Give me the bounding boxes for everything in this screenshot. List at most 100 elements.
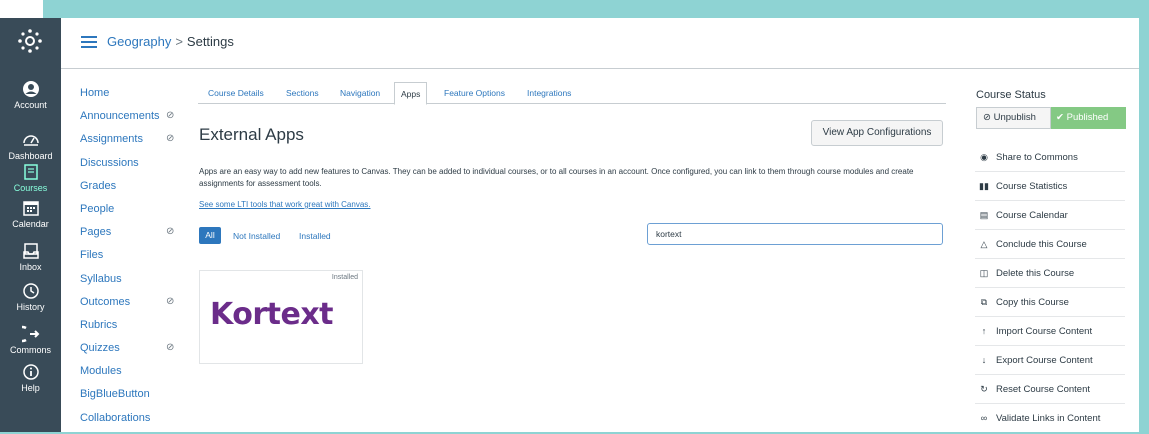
hamburger-menu-icon[interactable]	[81, 36, 97, 48]
export-content-link[interactable]: ↓ Export Course Content	[975, 346, 1125, 375]
course-nav-rubrics[interactable]: Rubrics	[80, 318, 190, 341]
course-nav-label: Rubrics	[80, 318, 118, 331]
course-nav-label: Quizzes	[80, 342, 120, 355]
course-nav-label: Home	[80, 87, 110, 99]
global-nav-history[interactable]: History	[0, 282, 61, 312]
delete-course-link[interactable]: ◫ Delete this Course	[975, 259, 1125, 288]
app-search-input[interactable]: kortext	[647, 223, 943, 245]
reset-icon: ↻	[980, 384, 988, 394]
course-calendar-link[interactable]: ▤ Course Calendar	[975, 201, 1125, 230]
course-nav-label: Grades	[80, 179, 117, 192]
help-icon	[22, 364, 39, 380]
global-nav-help[interactable]: Help	[0, 363, 61, 393]
sidebar-item-label: Validate Links in Content	[996, 413, 1101, 424]
course-nav-assignments[interactable]: Assignments ⊘	[80, 132, 190, 155]
unpublish-label: Unpublish	[993, 112, 1036, 123]
course-nav-label: Modules	[80, 365, 122, 378]
course-nav-outcomes[interactable]: Outcomes ⊘	[80, 295, 190, 318]
unpublish-button[interactable]: ⊘ Unpublish	[976, 107, 1051, 129]
tab-apps[interactable]: Apps	[394, 82, 428, 105]
settings-tabs: Course Details Sections Navigation Apps …	[198, 82, 946, 105]
share-to-commons-link[interactable]: ◉ Share to Commons	[975, 143, 1125, 172]
course-nav-label: People	[80, 202, 115, 215]
tab-sections[interactable]: Sections	[286, 88, 319, 98]
validate-links-link[interactable]: ∞ Validate Links in Content	[975, 404, 1125, 432]
page-title: External Apps	[199, 125, 304, 144]
course-nav-files[interactable]: Files	[80, 248, 190, 271]
conclude-course-link[interactable]: △ Conclude this Course	[975, 230, 1125, 259]
breadcrumb-course-link[interactable]: Geography	[107, 34, 171, 49]
hidden-eye-icon: ⊘	[166, 226, 175, 238]
global-nav-label: History	[16, 302, 45, 312]
course-nav-label: Files	[80, 249, 104, 262]
global-nav-label: Inbox	[19, 262, 42, 272]
filter-all-button[interactable]: All	[199, 227, 221, 244]
tab-navigation[interactable]: Navigation	[340, 88, 380, 98]
hidden-eye-icon: ⊘	[166, 342, 175, 354]
global-nav-commons[interactable]: Commons	[0, 325, 61, 355]
global-nav-label: Dashboard	[8, 151, 53, 161]
global-nav-account[interactable]: Account	[0, 80, 61, 110]
course-nav-home[interactable]: Home	[80, 86, 190, 109]
history-icon	[22, 283, 39, 299]
import-content-link[interactable]: ↑ Import Course Content	[975, 317, 1125, 346]
account-icon	[22, 81, 39, 97]
tab-integrations[interactable]: Integrations	[527, 88, 571, 98]
hidden-eye-icon: ⊘	[166, 110, 175, 122]
global-nav-calendar[interactable]: Calendar	[0, 199, 61, 229]
course-status-heading: Course Status	[976, 89, 1046, 101]
course-nav-announcements[interactable]: Announcements ⊘	[80, 109, 190, 132]
filter-not-installed[interactable]: Not Installed	[233, 231, 280, 241]
inbox-icon	[22, 243, 39, 259]
course-nav-label: Assignments	[80, 133, 143, 146]
global-nav-label: Help	[21, 383, 40, 393]
calendar-icon: ▤	[979, 210, 989, 220]
filter-installed[interactable]: Installed	[299, 231, 331, 241]
course-nav-collaborations[interactable]: Collaborations	[80, 411, 190, 434]
breadcrumb-separator: >	[175, 34, 183, 49]
global-nav-inbox[interactable]: Inbox	[0, 242, 61, 272]
sidebar-item-label: Course Statistics	[996, 181, 1068, 192]
course-nav-modules[interactable]: Modules	[80, 364, 190, 387]
courses-icon	[23, 164, 38, 180]
trash-icon: ◫	[979, 268, 989, 278]
course-nav-people[interactable]: People	[80, 202, 190, 225]
app-card-kortext[interactable]: Installed Kortext	[199, 270, 363, 364]
published-button[interactable]: ✔ Published	[1051, 107, 1126, 129]
reset-content-link[interactable]: ↻ Reset Course Content	[975, 375, 1125, 404]
course-nav-grades[interactable]: Grades	[80, 179, 190, 202]
dashboard-icon	[22, 135, 39, 146]
canvas-logo-icon[interactable]	[17, 28, 43, 54]
sidebar-item-label: Conclude this Course	[996, 239, 1087, 250]
tab-course-details[interactable]: Course Details	[208, 88, 264, 98]
view-app-configurations-button[interactable]: View App Configurations	[811, 120, 943, 146]
sidebar-item-label: Copy this Course	[996, 297, 1069, 308]
course-nav-discussions[interactable]: Discussions	[80, 156, 190, 179]
commons-icon	[21, 325, 39, 343]
global-nav: Account Dashboard Courses Calendar Inbox…	[0, 18, 61, 432]
course-nav-label: Collaborations	[80, 411, 151, 424]
course-nav-label: Discussions	[80, 156, 139, 169]
sidebar-item-label: Export Course Content	[996, 355, 1093, 366]
course-nav-label: Outcomes	[80, 295, 131, 308]
calendar-icon	[22, 201, 39, 216]
installed-badge: Installed	[331, 274, 358, 281]
sidebar-item-label: Course Calendar	[996, 210, 1068, 221]
course-statistics-link[interactable]: ▮▮ Course Statistics	[975, 172, 1125, 201]
tab-feature-options[interactable]: Feature Options	[444, 88, 505, 98]
sidebar-item-label: Delete this Course	[996, 268, 1075, 279]
course-nav-label: Syllabus	[80, 272, 122, 285]
global-nav-dashboard[interactable]: Dashboard	[0, 131, 61, 161]
course-nav-quizzes[interactable]: Quizzes ⊘	[80, 341, 190, 364]
breadcrumb: Geography > Settings	[107, 34, 234, 49]
lti-tools-link[interactable]: See some LTI tools that work great with …	[199, 200, 370, 209]
kortext-logo: Kortext	[210, 297, 334, 332]
copy-course-link[interactable]: ⧉ Copy this Course	[975, 288, 1125, 317]
global-nav-label: Commons	[9, 345, 51, 355]
global-nav-courses[interactable]: Courses	[0, 163, 61, 193]
course-nav-pages[interactable]: Pages ⊘	[80, 225, 190, 248]
hidden-eye-icon: ⊘	[166, 133, 175, 145]
course-nav-bigbluebutton[interactable]: BigBlueButton	[80, 387, 190, 410]
course-nav-syllabus[interactable]: Syllabus	[80, 272, 190, 295]
course-nav-label: Pages	[80, 226, 112, 239]
